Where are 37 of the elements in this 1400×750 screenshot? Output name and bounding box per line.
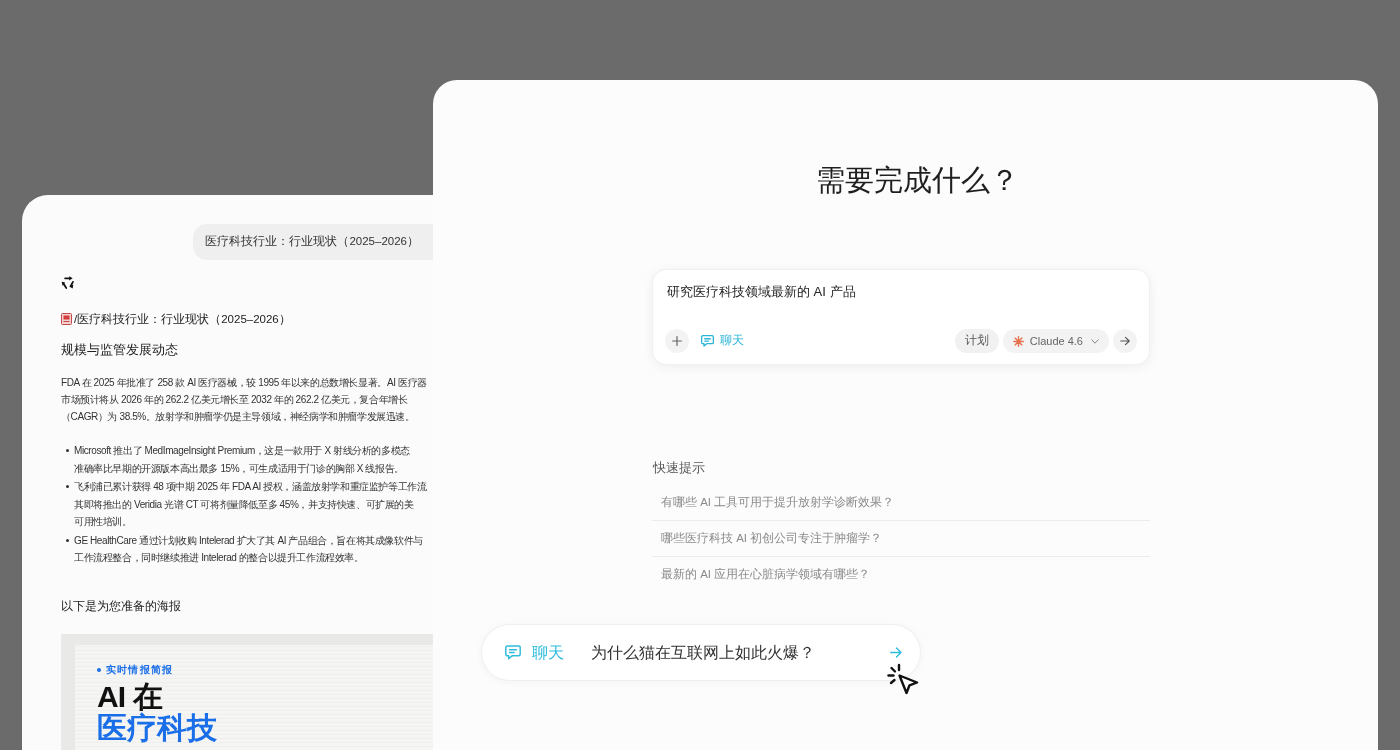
chevron-down-icon [1091, 338, 1099, 344]
plus-icon [672, 336, 682, 346]
poster-highlight: 医疗科技 [97, 711, 218, 743]
paragraph: FDA 在 2025 年批准了 258 款 AI 医疗器械，较 1995 年以来的总数增长显著。AI 医疗器 市场预计将从 2026 年的 262.2 亿美元增长至 2032 年的 262.2 亿美元，复合年增长 （CAGR）为 38.5%。放射学和肿瘤学仍是主导领域，神经病学和肿瘤学发展迅速。 [61, 376, 428, 424]
chat-icon [701, 335, 714, 347]
add-button[interactable] [665, 329, 689, 353]
bullet-icon [66, 538, 69, 542]
document-title: /医疗科技行业：行业现状（2025–2026） [74, 312, 291, 327]
list-item-text: 飞利浦已累计获得 48 项中期 2025 年 FDA AI 授权，涵盖放射学和重症监护等工作流 其即将推出的 Veridia 光谱 CT 可将剂量降低至多 45%，并支持快速、可扩展的美 可用性培训。 [74, 480, 427, 529]
send-button[interactable] [1113, 329, 1137, 353]
section-heading: 规模与监管发展动态 [61, 342, 179, 359]
page-heading: 需要完成什么？ [816, 163, 1019, 198]
user-message: 医疗科技行业：行业现状（2025–2026） [193, 224, 433, 260]
notebook-icon [61, 313, 72, 325]
model-selector[interactable]: Claude 4.6 [1002, 329, 1109, 353]
suggestion-item[interactable]: 最新的 AI 应用在心脏病学领域有哪些？ [652, 557, 1150, 593]
suggestion-item[interactable]: 有哪些 AI 工具可用于提升放射学诊断效果？ [652, 485, 1150, 521]
message-input[interactable]: 为什么猫在互联网上如此火爆？ [591, 640, 890, 665]
bullet-icon [66, 485, 69, 488]
chat-icon [505, 645, 521, 660]
section-heading: 快速提示 [652, 460, 706, 477]
arrow-right-icon[interactable] [890, 647, 902, 658]
mode-label: 聊天 [532, 642, 564, 663]
suggestion-item[interactable]: 哪些医疗科技 AI 初创公司专注于肿瘤学？ [652, 521, 1150, 557]
list-item-text: GE HealthCare 通过计划收购 Intelerad 扩大了其 AI 产品组合，旨在将其成像软件与 工作流程整合，同时继续推进 Intelerad 的整合以提升工作流程效率。 [74, 533, 423, 565]
plan-button[interactable]: 计划 [954, 329, 999, 353]
cycle-arrows-icon [61, 276, 75, 290]
prompt-input[interactable]: 研究医疗科技领域最新的 AI 产品 [665, 283, 1137, 301]
cursor-click-icon [887, 663, 919, 695]
poster-title: AI 在 [97, 681, 164, 712]
sparkle-icon [1012, 335, 1024, 347]
poster-intro: 以下是为您准备的海报 [61, 597, 182, 615]
list-item-text: Microsoft 推出了 MedImageInsight Premium，这是一款用于 X 射线分析的多模态 准确率比早期的开源版本高出最多 15%，可生成适用于门诊的胸部 X 线报告。 [74, 444, 410, 476]
poster-tag: 实时情报简报 [106, 663, 174, 676]
chat-input-bar[interactable]: 聊天 为什么猫在互联网上如此火爆？ [481, 624, 921, 681]
bullet-icon [66, 449, 69, 452]
arrow-right-icon [1120, 336, 1130, 346]
